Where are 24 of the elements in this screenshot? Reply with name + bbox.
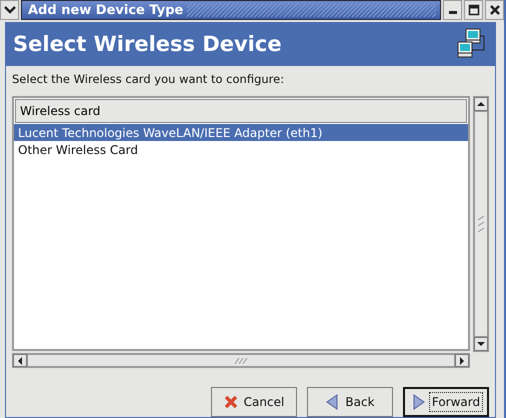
maximize-icon[interactable]	[464, 0, 483, 20]
instruction-text: Select the Wireless card you want to configure:	[12, 72, 286, 88]
grip-icon	[478, 216, 484, 232]
grip-icon	[233, 358, 249, 364]
menu-icon[interactable]	[0, 0, 19, 20]
minimize-icon[interactable]	[443, 0, 462, 20]
cross-icon	[224, 395, 238, 409]
horizontal-scrollbar[interactable]	[12, 353, 470, 368]
column-header[interactable]: Wireless card	[15, 99, 467, 123]
scroll-right-icon[interactable]	[455, 354, 469, 367]
scroll-up-icon[interactable]	[474, 97, 488, 111]
forward-button[interactable]: Forward	[403, 387, 489, 417]
list-row[interactable]: Lucent Technologies WaveLAN/IEEE Adapter (eth1)	[14, 124, 468, 141]
vertical-scrollbar[interactable]	[473, 96, 489, 352]
right-triangle-icon	[412, 394, 426, 410]
scroll-down-icon[interactable]	[474, 337, 488, 351]
close-icon[interactable]	[485, 0, 504, 20]
list-row[interactable]: Other Wireless Card	[14, 141, 468, 158]
scroll-left-icon[interactable]	[13, 354, 27, 367]
cancel-button[interactable]: Cancel	[211, 387, 297, 417]
window-title: Add new Device Type	[28, 2, 184, 18]
page-title: Select Wireless Device	[13, 32, 282, 56]
back-button[interactable]: Back	[307, 387, 393, 417]
left-triangle-icon	[325, 394, 340, 410]
